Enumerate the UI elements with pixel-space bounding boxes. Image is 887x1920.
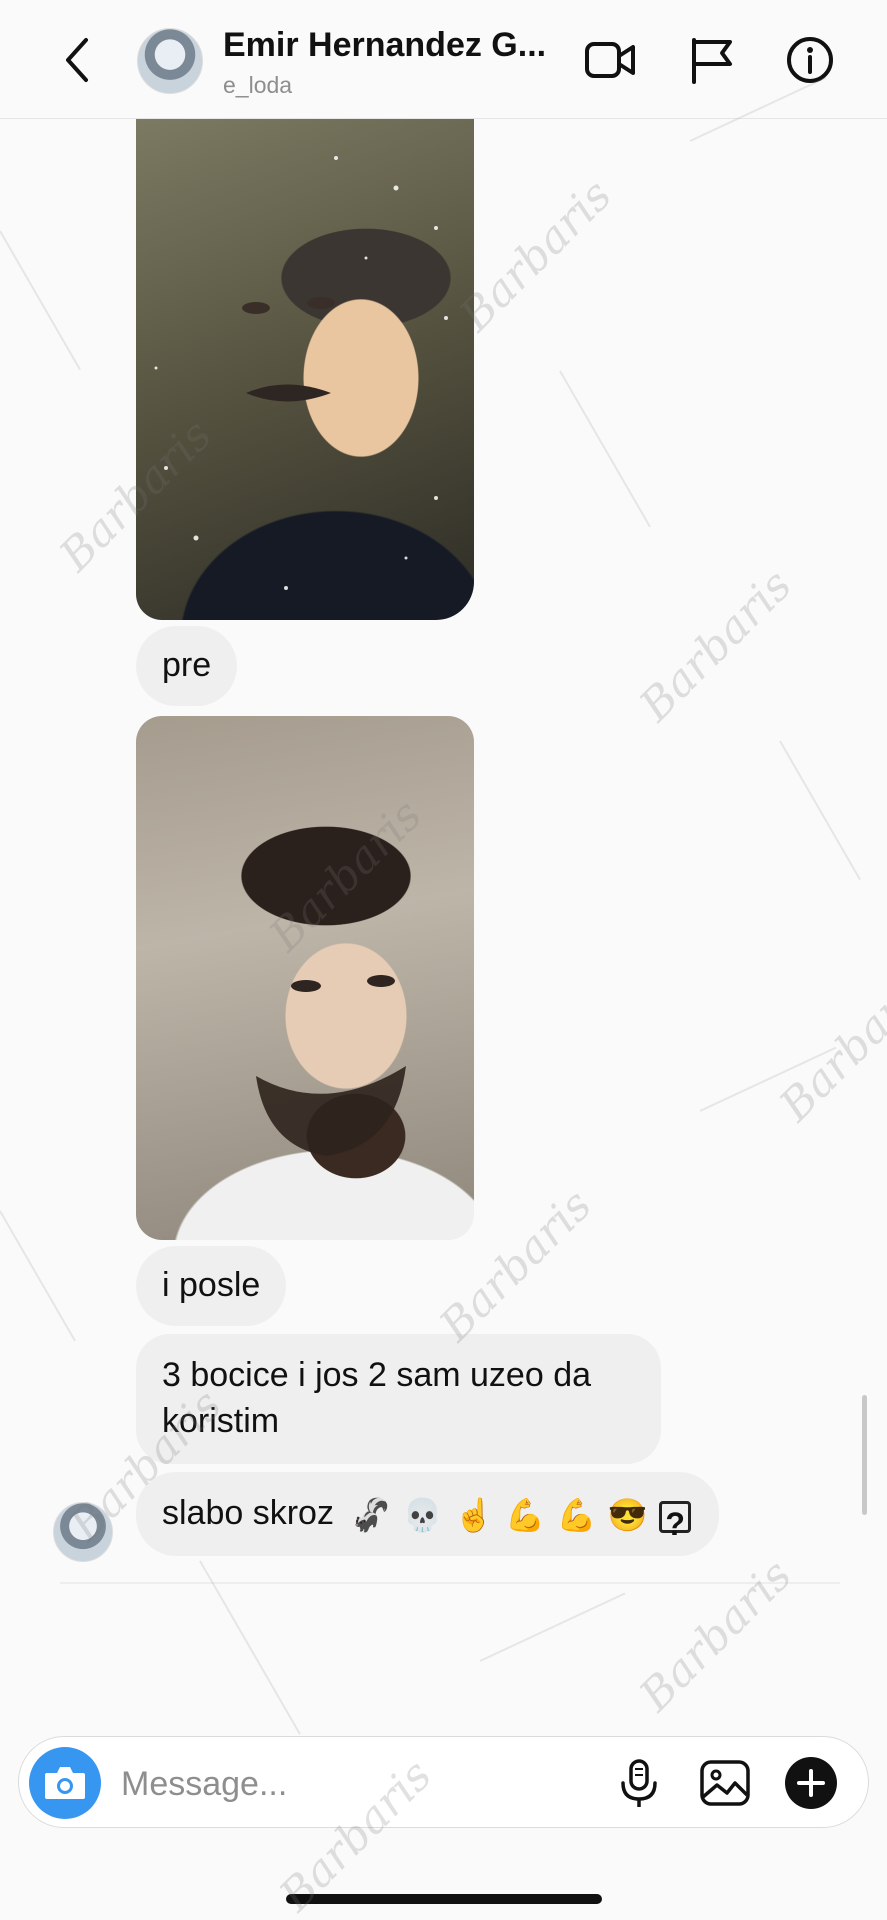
gallery-icon xyxy=(700,1760,750,1806)
message-text: i posle xyxy=(162,1266,261,1304)
emoji-group: 🦨 💀 ☝️ 💪 💪 😎 ? xyxy=(351,1492,693,1542)
report-button[interactable] xyxy=(686,36,738,84)
video-camera-icon xyxy=(585,42,635,78)
message-bubble[interactable]: 3 bocice i jos 2 sam uzeo da koristim xyxy=(136,1334,661,1464)
flexed-biceps-emoji: 💪 xyxy=(556,1497,597,1534)
back-chevron-icon xyxy=(66,38,88,82)
more-options-button[interactable] xyxy=(783,1755,839,1811)
sunglasses-emoji: 😎 xyxy=(607,1497,648,1534)
unknown-emoji: ? xyxy=(659,1501,692,1542)
message-bubble[interactable]: pre xyxy=(136,626,238,706)
contact-avatar[interactable] xyxy=(137,28,203,94)
photo-content xyxy=(256,975,406,1156)
contact-name[interactable]: Emir Hernandez G... xyxy=(223,26,546,65)
info-icon xyxy=(787,37,833,83)
photo-message[interactable] xyxy=(136,716,474,1240)
info-button[interactable] xyxy=(784,36,836,84)
message-bubble[interactable]: i posle xyxy=(136,1246,287,1326)
message-text: pre xyxy=(162,646,212,684)
message-composer xyxy=(18,1736,869,1828)
microphone-icon xyxy=(621,1759,657,1807)
scrollbar[interactable] xyxy=(862,1395,867,1515)
gallery-button[interactable] xyxy=(697,1755,753,1811)
message-input[interactable] xyxy=(119,1757,603,1811)
plus-icon xyxy=(785,1757,837,1809)
watermark-text: Barbaris xyxy=(630,1549,802,1722)
sender-avatar[interactable] xyxy=(53,1502,113,1562)
contact-username: e_loda xyxy=(223,72,293,98)
home-indicator xyxy=(286,1894,602,1904)
video-call-button[interactable] xyxy=(584,36,636,84)
flexed-biceps-emoji: 💪 xyxy=(505,1497,546,1534)
message-bubble[interactable]: slabo skroz 🦨 💀 ☝️ 💪 💪 😎 ? xyxy=(136,1472,720,1556)
photo-content xyxy=(154,156,448,590)
back-button[interactable] xyxy=(58,34,98,86)
message-text: slabo skroz xyxy=(162,1494,334,1532)
divider xyxy=(60,1582,840,1584)
watermark-text: Barbaris xyxy=(630,559,802,732)
camera-button[interactable] xyxy=(29,1747,101,1819)
chat-header: Emir Hernandez G... e_loda xyxy=(0,0,887,119)
flag-icon xyxy=(692,38,732,84)
camera-icon xyxy=(45,1767,85,1799)
index-up-emoji: ☝️ xyxy=(454,1497,494,1534)
voice-message-button[interactable] xyxy=(611,1755,667,1811)
message-text: 3 bocice i jos 2 sam uzeo da koristim xyxy=(162,1356,592,1440)
skunk-emoji: 🦨 xyxy=(351,1497,392,1534)
watermark-text: Barbaris xyxy=(770,959,887,1132)
photo-message[interactable] xyxy=(136,118,474,620)
watermark-text: Barbaris xyxy=(450,169,622,342)
skull-emoji: 💀 xyxy=(402,1497,443,1534)
